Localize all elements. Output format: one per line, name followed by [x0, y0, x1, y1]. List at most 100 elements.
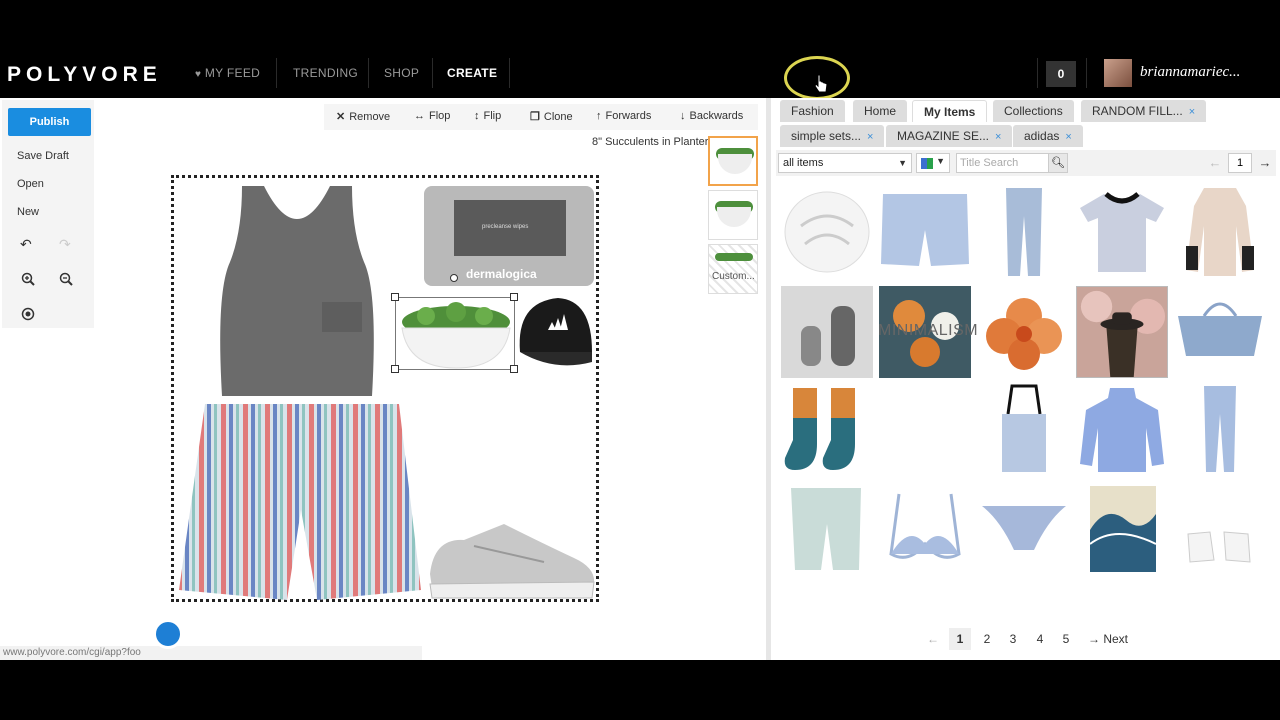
zoom-in-icon[interactable]: [21, 272, 35, 286]
zoom-out-icon[interactable]: [59, 272, 73, 286]
nav-separator: [509, 58, 510, 88]
silver-sneaker[interactable]: [424, 518, 599, 602]
adidas-cap[interactable]: [514, 292, 594, 374]
flip-button[interactable]: ↕ Flip: [474, 110, 501, 122]
item-type-select[interactable]: all items ▼: [778, 153, 912, 173]
search-icon[interactable]: 🔍︎: [1048, 153, 1068, 173]
save-draft-button[interactable]: Save Draft: [17, 150, 69, 162]
watermark-line1: RECORDED WITH: [13, 606, 108, 618]
watermark-left: SCREENCAST: [13, 626, 149, 648]
close-icon[interactable]: ×: [1065, 131, 1071, 143]
prev-page-button[interactable]: ←: [922, 628, 944, 650]
arrow-left-icon: ←: [927, 632, 939, 646]
tab-fashion[interactable]: Fashion: [780, 100, 845, 122]
chevron-down-icon: ▼: [936, 156, 945, 166]
cart-count-badge[interactable]: 0: [1046, 61, 1076, 87]
layer-thumb-custom[interactable]: Custom...: [708, 244, 758, 294]
grid-item-art-socks[interactable]: [781, 384, 873, 476]
grid-item-wave-notebook[interactable]: [1076, 484, 1168, 576]
set-canvas[interactable]: precleanse wipes dermalogica: [171, 175, 599, 602]
tab-adidas-label: adidas: [1024, 129, 1060, 143]
color-swatch-icon: [921, 158, 933, 169]
nav-trending[interactable]: TRENDING: [293, 66, 358, 80]
tab-collections[interactable]: Collections: [993, 100, 1074, 122]
screencast-logo-icon: [152, 619, 183, 649]
grid-item-crossbody-bag[interactable]: [978, 384, 1070, 476]
tab-simple-sets[interactable]: simple sets... ×: [780, 125, 885, 147]
page-1[interactable]: 1: [949, 628, 971, 650]
close-icon[interactable]: ×: [867, 131, 873, 143]
patterned-shorts[interactable]: [177, 400, 423, 605]
nav-shop[interactable]: SHOP: [384, 66, 419, 80]
nav-create[interactable]: CREATE: [447, 66, 497, 80]
page-2[interactable]: 2: [976, 628, 998, 650]
nav-my-feed[interactable]: ♥ MY FEED: [195, 66, 260, 80]
rotate-handle[interactable]: [450, 274, 458, 282]
item-type-value: all items: [783, 157, 824, 169]
arrow-right-icon: →: [1087, 632, 1100, 646]
close-icon[interactable]: ×: [995, 131, 1001, 143]
forwards-button[interactable]: ↑ Forwards: [596, 110, 651, 122]
backwards-button[interactable]: ↓ Backwards: [680, 110, 743, 122]
new-button[interactable]: New: [17, 206, 39, 218]
grid-item-turtleneck[interactable]: [1076, 384, 1168, 476]
watermark-logo-text: SCREENCAST MATIC: [13, 619, 248, 652]
resize-handle[interactable]: [391, 293, 399, 301]
items-filter-bar: all items ▼ ▼ 🔍︎ ← 1 →: [776, 150, 1276, 176]
grid-item-blanket[interactable]: [781, 186, 873, 278]
undo-icon[interactable]: ↶: [20, 236, 32, 253]
tab-magazine-sets[interactable]: MAGAZINE SE... ×: [886, 125, 1013, 147]
next-page-button[interactable]: → Next: [1082, 628, 1134, 650]
backwards-label: Backwards: [689, 110, 744, 122]
clone-button[interactable]: ❐ Clone: [530, 110, 573, 123]
redo-icon[interactable]: ↷: [59, 236, 71, 253]
resize-handle[interactable]: [391, 365, 399, 373]
grid-item-photo-socks[interactable]: [781, 286, 873, 378]
hand-cursor-icon: [814, 74, 828, 93]
open-button[interactable]: Open: [17, 178, 44, 190]
dermalogica-wipes[interactable]: precleanse wipes dermalogica: [420, 182, 598, 290]
logo[interactable]: POLYVORE: [7, 63, 162, 87]
avatar[interactable]: [1104, 59, 1132, 87]
page-5[interactable]: 5: [1055, 628, 1077, 650]
page-4[interactable]: 4: [1029, 628, 1051, 650]
tab-magazine-sets-label: MAGAZINE SE...: [897, 129, 990, 143]
tab-adidas[interactable]: adidas ×: [1013, 125, 1083, 147]
grid-item-bikini-bottom[interactable]: [978, 484, 1070, 576]
grid-item-white-sneakers[interactable]: [1174, 484, 1266, 576]
grid-item-sweatpants[interactable]: [781, 484, 873, 576]
color-filter-select[interactable]: ▼: [916, 153, 950, 173]
close-icon[interactable]: ×: [1189, 106, 1195, 118]
flop-button[interactable]: ↔ Flop: [414, 110, 450, 122]
next-page-label: Next: [1103, 632, 1129, 646]
gray-tank-top[interactable]: [202, 182, 392, 396]
tab-random-fill[interactable]: RANDOM FILL... ×: [1081, 100, 1207, 122]
panel-divider[interactable]: [766, 98, 771, 660]
grid-item-ripped-jeans[interactable]: [1174, 384, 1266, 476]
tab-simple-sets-label: simple sets...: [791, 129, 862, 143]
publish-button[interactable]: Publish: [8, 108, 91, 136]
grid-item-sweater[interactable]: [1174, 186, 1266, 278]
arrow-right-icon[interactable]: →: [1254, 153, 1276, 173]
grid-item-blue-shorts[interactable]: [879, 186, 971, 278]
page-3[interactable]: 3: [1002, 628, 1024, 650]
grid-item-tshirt[interactable]: [1076, 186, 1168, 278]
grid-item-photo-hat[interactable]: [1076, 286, 1168, 378]
nav-separator: [276, 58, 277, 88]
succulent-thumb-image: [715, 253, 753, 261]
screencast-watermark: RECORDED WITH SCREENCAST MATIC: [13, 606, 248, 652]
tab-home[interactable]: Home: [853, 100, 908, 122]
grid-item-jeans[interactable]: [978, 186, 1070, 278]
fit-to-canvas-icon[interactable]: [21, 307, 35, 321]
tab-my-items[interactable]: My Items: [912, 100, 988, 122]
page-number-input[interactable]: 1: [1228, 153, 1252, 173]
grid-item-tote-bag[interactable]: [1174, 286, 1266, 378]
layer-thumb-succulent-2[interactable]: [708, 190, 758, 240]
grid-item-minimalism-text[interactable]: MINIMALISM: [878, 322, 978, 340]
grid-item-flower[interactable]: [978, 286, 1070, 378]
layer-thumb-succulent[interactable]: [708, 136, 758, 186]
grid-item-bralette[interactable]: [879, 484, 971, 576]
remove-button[interactable]: ✕ Remove: [336, 110, 390, 123]
username[interactable]: briannamariec...: [1140, 64, 1240, 81]
arrow-left-icon[interactable]: ←: [1204, 153, 1226, 173]
